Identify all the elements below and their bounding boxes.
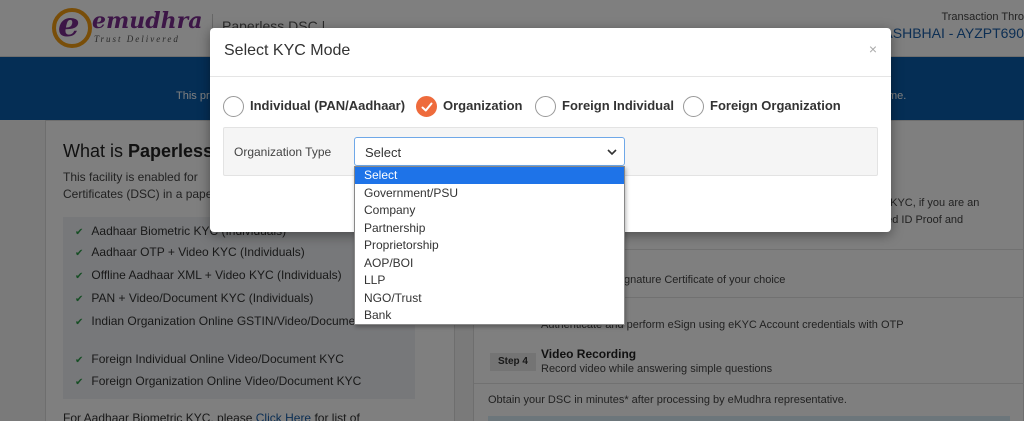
chevron-down-icon xyxy=(606,145,618,163)
radio-unchecked-icon xyxy=(535,96,556,117)
radio-unchecked-icon xyxy=(223,96,244,117)
close-icon[interactable]: × xyxy=(869,41,877,57)
organization-type-dropdown: Select Government/PSU Company Partnershi… xyxy=(354,166,625,325)
radio-unchecked-icon xyxy=(683,96,704,117)
organization-type-label: Organization Type xyxy=(234,145,332,159)
dropdown-option-proprietorship[interactable]: Proprietorship xyxy=(355,237,624,254)
radio-organization[interactable]: Organization xyxy=(416,96,526,118)
dropdown-option-select[interactable]: Select xyxy=(355,167,624,184)
radio-foreign-organization[interactable]: Foreign Organization xyxy=(683,96,843,118)
dropdown-option-llp[interactable]: LLP xyxy=(355,272,624,289)
dropdown-option-bank[interactable]: Bank xyxy=(355,307,624,324)
dropdown-option-company[interactable]: Company xyxy=(355,202,624,219)
radio-foreign-individual[interactable]: Foreign Individual xyxy=(535,96,675,118)
organization-type-select[interactable]: Select xyxy=(354,137,625,166)
radio-individual[interactable]: Individual (PAN/Aadhaar) xyxy=(223,96,418,118)
select-value: Select xyxy=(365,145,402,160)
dropdown-option-ngo-trust[interactable]: NGO/Trust xyxy=(355,290,624,307)
dropdown-option-government-psu[interactable]: Government/PSU xyxy=(355,185,624,202)
radio-checked-icon xyxy=(416,96,437,117)
dropdown-option-aop-boi[interactable]: AOP/BOI xyxy=(355,255,624,272)
dropdown-option-partnership[interactable]: Partnership xyxy=(355,220,624,237)
modal-title: Select KYC Mode xyxy=(224,42,351,59)
modal-header: Select KYC Mode × xyxy=(210,28,891,77)
